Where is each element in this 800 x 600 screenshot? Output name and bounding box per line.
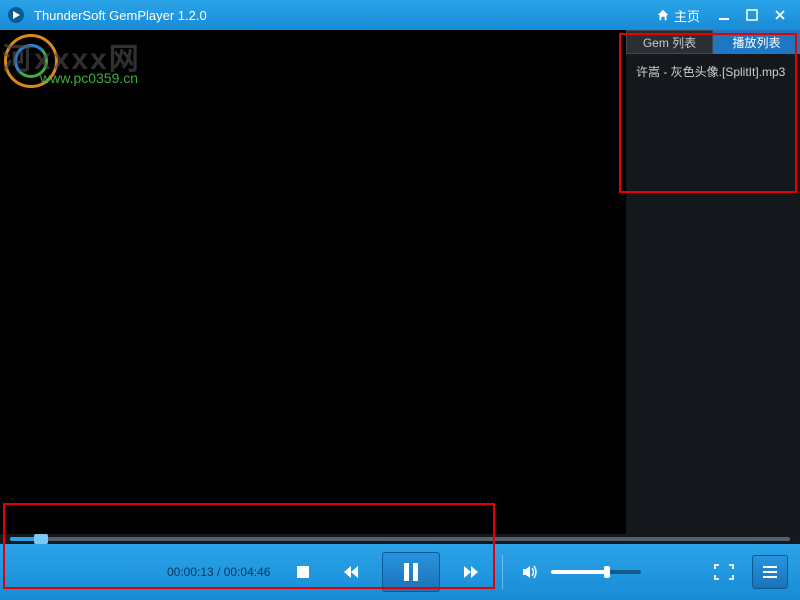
progress-track [10, 537, 790, 541]
transport-controls [286, 552, 488, 592]
volume-thumb[interactable] [604, 566, 610, 578]
app-title: ThunderSoft GemPlayer 1.2.0 [34, 8, 207, 23]
title-bar: ThunderSoft GemPlayer 1.2.0 主页 [0, 0, 800, 30]
video-display[interactable]: 河xxxx网 www.pc0359.cn [0, 30, 625, 534]
stop-icon [295, 564, 311, 580]
play-pause-button[interactable] [382, 552, 440, 592]
home-icon [656, 8, 670, 22]
watermark-badge [4, 34, 58, 88]
control-bar: 00:00:13 / 00:04:46 [0, 544, 800, 600]
progress-bar[interactable] [0, 534, 800, 544]
home-label: 主页 [674, 6, 700, 25]
pause-icon [401, 561, 421, 583]
fullscreen-button[interactable] [706, 555, 742, 589]
next-button[interactable] [454, 555, 488, 589]
playlist-toggle-button[interactable] [752, 555, 788, 589]
tab-playlist[interactable]: 播放列表 [713, 30, 800, 54]
maximize-icon [746, 9, 758, 21]
progress-thumb[interactable] [34, 534, 48, 544]
tab-gem-list[interactable]: Gem 列表 [626, 30, 713, 54]
body-area: 河xxxx网 www.pc0359.cn Gem 列表 播放列表 许嵩 - 灰色… [0, 30, 800, 534]
watermark-text: 河xxxx网 [2, 34, 141, 78]
close-icon [774, 9, 786, 21]
current-time: 00:00:13 [167, 565, 214, 579]
volume-icon [521, 563, 539, 581]
sidebar-panel: Gem 列表 播放列表 许嵩 - 灰色头像.[SplitIt].mp3 [625, 30, 800, 534]
volume-slider[interactable] [551, 570, 641, 574]
playlist: 许嵩 - 灰色头像.[SplitIt].mp3 [626, 54, 800, 534]
divider [502, 555, 503, 589]
list-icon [761, 565, 779, 579]
watermark-site: www.pc0359.cn [40, 70, 138, 86]
progress-fill [10, 537, 37, 541]
home-button[interactable]: 主页 [646, 6, 710, 25]
volume-button[interactable] [517, 555, 543, 589]
minimize-button[interactable] [710, 4, 738, 26]
fullscreen-icon [714, 564, 734, 580]
previous-button[interactable] [334, 555, 368, 589]
minimize-icon [718, 9, 730, 21]
volume-control [517, 555, 641, 589]
playlist-item[interactable]: 许嵩 - 灰色头像.[SplitIt].mp3 [634, 60, 792, 83]
volume-fill [551, 570, 607, 574]
sidebar-tabs: Gem 列表 播放列表 [626, 30, 800, 54]
stop-button[interactable] [286, 555, 320, 589]
app-window: ThunderSoft GemPlayer 1.2.0 主页 河xxxx网 ww… [0, 0, 800, 600]
app-icon [6, 5, 26, 25]
next-icon [462, 563, 480, 581]
maximize-button[interactable] [738, 4, 766, 26]
previous-icon [342, 563, 360, 581]
close-button[interactable] [766, 4, 794, 26]
total-time: 00:04:46 [224, 565, 271, 579]
time-display: 00:00:13 / 00:04:46 [167, 565, 270, 579]
